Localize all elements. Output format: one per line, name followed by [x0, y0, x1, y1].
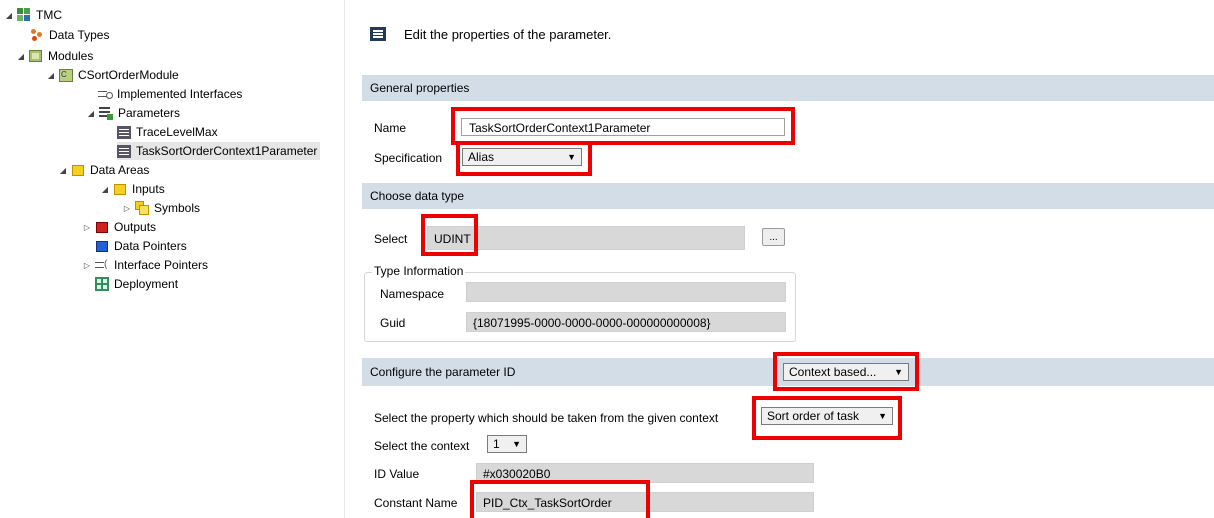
- modules-icon: [29, 49, 43, 63]
- namespace-field: [466, 282, 786, 302]
- tree-item-tmc[interactable]: ◢ TMC: [4, 6, 62, 24]
- highlight-box: [421, 214, 478, 256]
- group-title: Type Information: [372, 264, 466, 278]
- solution-tree: ◢ TMC Data Types ◢ Modules ◢ C CSortOrde…: [0, 0, 345, 518]
- highlight-box: [752, 396, 902, 440]
- guid-label: Guid: [380, 316, 406, 330]
- expand-arrow-icon[interactable]: ◢: [46, 71, 56, 80]
- browse-button[interactable]: ...: [762, 228, 785, 246]
- tree-item-inputs[interactable]: ◢ Inputs: [100, 180, 165, 198]
- expand-arrow-icon[interactable]: ◢: [58, 166, 68, 175]
- tree-item-label: Modules: [48, 49, 94, 63]
- tree-item-symbols[interactable]: ▷ Symbols: [122, 199, 200, 217]
- tree-item-label: Data Types: [49, 28, 110, 42]
- interface-icon: [98, 87, 113, 101]
- tree-item-tracelevelmax[interactable]: TraceLevelMax: [117, 123, 218, 141]
- specification-label: Specification: [374, 151, 443, 165]
- section-general-properties: General properties: [362, 75, 1214, 101]
- id-value-label: ID Value: [374, 467, 420, 481]
- expand-arrow-icon[interactable]: ▷: [82, 261, 92, 270]
- data-types-icon: [30, 28, 44, 42]
- highlight-box: [456, 141, 592, 176]
- tree-item-csortordermodule[interactable]: ◢ C CSortOrderModule: [48, 66, 179, 84]
- section-title: Configure the parameter ID: [370, 365, 516, 379]
- menu-icon[interactable]: [370, 27, 386, 41]
- data-pointers-icon: [95, 239, 109, 253]
- tree-item-label: Deployment: [114, 277, 179, 291]
- tree-item-label: Interface Pointers: [114, 258, 209, 272]
- expand-arrow-icon[interactable]: ▷: [122, 204, 132, 213]
- tree-item-label: Outputs: [114, 220, 157, 234]
- expand-arrow-icon[interactable]: ▷: [82, 223, 92, 232]
- namespace-label: Namespace: [380, 287, 445, 301]
- parameters-icon: [99, 106, 113, 120]
- tree-item-label: TMC: [36, 8, 62, 22]
- dropdown-value: 1: [493, 437, 500, 451]
- constant-name-label: Constant Name: [374, 496, 458, 510]
- tree-item-label: Implemented Interfaces: [117, 87, 243, 101]
- tree-item-outputs[interactable]: ▷ Outputs: [82, 218, 156, 236]
- tree-item-label: CSortOrderModule: [78, 68, 179, 82]
- tmc-icon: [17, 8, 31, 22]
- name-label: Name: [374, 121, 407, 135]
- section-title: Choose data type: [370, 189, 465, 203]
- tree-item-label: TraceLevelMax: [136, 125, 218, 139]
- tree-item-data-pointers[interactable]: Data Pointers: [95, 237, 187, 255]
- tree-item-modules[interactable]: ◢ Modules: [16, 47, 93, 65]
- tree-item-data-types[interactable]: Data Types: [30, 26, 109, 44]
- parameter-icon: [117, 125, 131, 139]
- parameter-icon: [117, 144, 131, 158]
- expand-arrow-icon[interactable]: ◢: [16, 52, 26, 61]
- highlight-box: [451, 107, 795, 145]
- tree-item-label: Parameters: [118, 106, 181, 120]
- section-title: General properties: [370, 81, 470, 95]
- highlight-box: [470, 480, 650, 518]
- tree-item-parameters[interactable]: ◢ Parameters: [86, 104, 180, 122]
- tree-item-interface-pointers[interactable]: ▷ ( Interface Pointers: [82, 256, 208, 274]
- outputs-icon: [95, 220, 109, 234]
- tree-item-deployment[interactable]: Deployment: [95, 275, 178, 293]
- expand-arrow-icon[interactable]: ◢: [86, 109, 96, 118]
- inputs-icon: [113, 182, 127, 196]
- module-icon: C: [59, 68, 73, 82]
- context-dropdown[interactable]: 1 ▼: [487, 435, 527, 453]
- section-choose-data-type: Choose data type: [362, 183, 1214, 209]
- tree-item-implemented-interfaces[interactable]: Implemented Interfaces: [98, 85, 242, 103]
- deployment-icon: [95, 277, 109, 291]
- data-areas-icon: [71, 163, 85, 177]
- tree-item-label: Symbols: [154, 201, 201, 215]
- guid-field: {18071995-0000-0000-0000-000000000008}: [466, 312, 786, 332]
- tree-item-label: Data Areas: [90, 163, 150, 177]
- tree-item-data-areas[interactable]: ◢ Data Areas: [58, 161, 149, 179]
- expand-arrow-icon[interactable]: ◢: [4, 11, 14, 20]
- chevron-down-icon: ▼: [512, 439, 521, 449]
- tree-item-tasksortordercontext1parameter[interactable]: TaskSortOrderContext1Parameter: [117, 142, 321, 160]
- tree-item-label: Inputs: [132, 182, 165, 196]
- context-property-label: Select the property which should be take…: [374, 411, 719, 425]
- interface-pointers-icon: (: [95, 258, 109, 272]
- page-title: Edit the properties of the parameter.: [404, 27, 612, 42]
- highlight-box: [773, 352, 919, 391]
- context-label: Select the context: [374, 439, 470, 453]
- expand-arrow-icon[interactable]: ◢: [100, 185, 110, 194]
- panel-divider: [344, 0, 345, 518]
- tree-item-label: Data Pointers: [114, 239, 187, 253]
- tree-item-label: TaskSortOrderContext1Parameter: [136, 144, 318, 158]
- symbols-icon: [135, 201, 149, 215]
- select-label: Select: [374, 232, 408, 246]
